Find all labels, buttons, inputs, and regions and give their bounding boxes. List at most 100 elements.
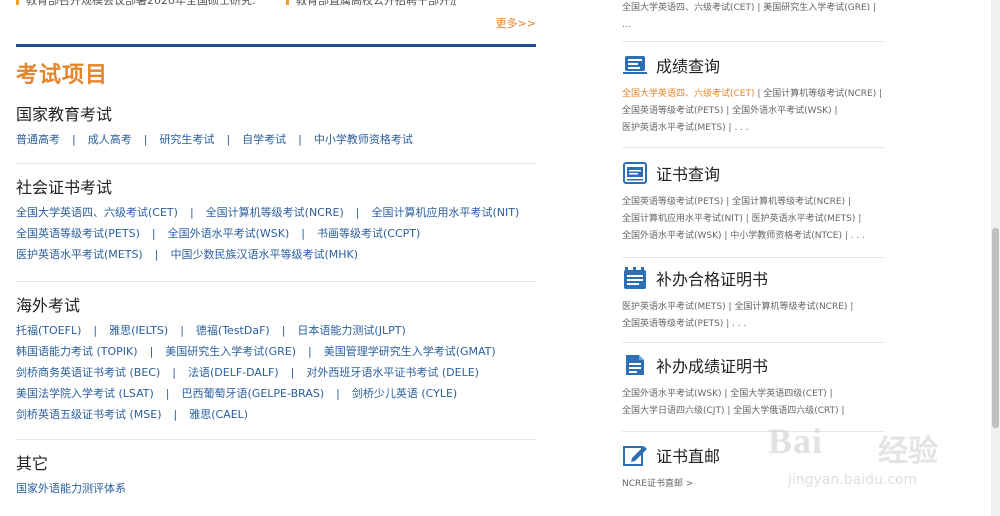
link-row: 托福(TOEFL) | 雅思(IELTS) | 德福(TestDaF) | 日本语能力测试(… [16, 320, 536, 341]
separator: | [180, 324, 184, 337]
separator: | [143, 133, 148, 146]
exam-projects-column: 教育部召开规模会议部署2020年全国硕士研究… 教育部直属高校公开招聘干部开放 … [16, 0, 536, 509]
separator: | [281, 324, 286, 337]
link-row: 普通高考 | 成人高考 | 研究生考试 | 自学考试 | 中小学教师资格考试 [16, 129, 536, 150]
news-item[interactable]: 教育部召开规模会议部署2020年全国硕士研究… [16, 0, 256, 8]
link-row: 韩国语能力考试 (TOPIK) | 美国研究生入学考试(GRE) | 美国管理学研究生入… [16, 341, 536, 362]
link-row: 美国法学院入学考试 (LSAT) | 巴西葡萄牙语(GELPE-BRAS) | 剑桥少儿… [16, 383, 536, 404]
score-query-block: 成绩查询 全国大学英语四、六级考试(CET) | 全国计算机等级考试(NCRE)… [622, 50, 884, 148]
exam-link[interactable]: 德福(TestDaF) [196, 324, 270, 337]
exam-link[interactable]: 研究生考试 [159, 133, 214, 146]
section-title: 考试项目 [16, 63, 109, 88]
baidu-watermark: Bai 经验 jingyan.baidu.com [768, 420, 948, 500]
certificate-icon [622, 161, 648, 185]
service-link-text[interactable]: 全国大学日语四六级(CJT) | 全国大学俄语四六级(CRT) | [622, 406, 845, 416]
exam-link[interactable]: 巴西葡萄牙语(GELPE-BRAS) [182, 387, 325, 400]
exam-link[interactable]: 全国外语水平考试(WSK) [168, 227, 290, 240]
separator: | [149, 345, 154, 358]
block-title[interactable]: 成绩查询 [656, 53, 720, 77]
service-link-line[interactable]: 医护英语水平考试(METS) | 全国计算机等级考试(NCRE) | [622, 299, 884, 316]
link-row: 医护英语水平考试(METS) | 中国少数民族汉语水平等级考试(MHK) [16, 244, 536, 265]
exam-link[interactable]: 医护英语水平考试(METS) [16, 248, 143, 261]
exam-link[interactable]: 雅思(IELTS) [109, 324, 168, 337]
exam-link[interactable]: 韩国语能力考试 (TOPIK) [16, 345, 138, 358]
exam-link[interactable]: 全国计算机应用水平考试(NIT) [371, 206, 519, 219]
exam-link[interactable]: 普通高考 [16, 133, 60, 146]
category-links: 国家外语能力测评体系 [16, 472, 536, 509]
service-link-text[interactable]: 全国外语水平考试(WSK) | 全国大学英语四级(CET) | [622, 389, 833, 399]
exam-link[interactable]: 剑桥少儿英语 (CYLE) [352, 387, 457, 400]
service-link-text[interactable]: 全国英语等级考试(PETS) | . . . [622, 319, 746, 329]
exam-link[interactable]: 全国计算机等级考试(NCRE) [206, 206, 344, 219]
service-link-text[interactable]: 全国外语水平考试(WSK) | 中小学教师资格考试(NTCE) | . . . [622, 231, 865, 241]
exam-link[interactable]: 雅思(CAEL) [189, 408, 248, 421]
watermark-logo-text: 经验 [878, 434, 938, 469]
exam-link[interactable]: 剑桥商务英语证书考试 (BEC) [16, 366, 160, 379]
watermark-logo: Bai [768, 421, 824, 461]
category-overseas: 海外考试 托福(TOEFL) | 雅思(IELTS) | 德福(TestDaF) | 日本语… [16, 282, 536, 440]
news-item[interactable]: 教育部直属高校公开招聘干部开放 [286, 0, 456, 8]
exam-link[interactable]: 自学考试 [242, 133, 286, 146]
exam-link[interactable]: 剑桥英语五级证书考试 (MSE) [16, 408, 162, 421]
separator: | [226, 133, 231, 146]
exam-link[interactable]: 美国管理学研究生入学考试(GMAT) [324, 345, 496, 358]
service-link-text[interactable]: 全国英语等级考试(PETS) | 全国外语水平考试(WSK) | [622, 106, 838, 116]
service-link-line[interactable]: 全国英语等级考试(PETS) | 全国计算机等级考试(NCRE) | [622, 194, 884, 211]
service-link-text[interactable]: | 全国计算机等级考试(NCRE) | [757, 89, 882, 99]
exam-link[interactable]: 中小学教师资格考试 [314, 133, 413, 146]
block-title[interactable]: 证书直邮 [656, 443, 720, 467]
service-link-line[interactable]: 全国大学日语四六级(CJT) | 全国大学俄语四六级(CRT) | [622, 403, 884, 420]
service-link-line[interactable]: 全国外语水平考试(WSK) | 全国大学英语四级(CET) | [622, 386, 884, 403]
service-link-text[interactable]: 全国英语等级考试(PETS) | 全国计算机等级考试(NCRE) | [622, 197, 851, 207]
exam-link[interactable]: 日本语能力测试(JLPT) [297, 324, 405, 337]
exam-link[interactable]: 书画等级考试(CCPT) [317, 227, 420, 240]
service-link-line[interactable]: 全国计算机应用水平考试(NIT) | 医护英语水平考试(METS) | [622, 211, 884, 228]
exam-link[interactable]: 美国法学院入学考试 (LSAT) [16, 387, 154, 400]
link-row: 剑桥商务英语证书考试 (BEC) | 法语(DELF-DALF) | 对外西班牙语水平证… [16, 362, 536, 383]
block-title[interactable]: 补办成绩证明书 [656, 353, 768, 377]
more-link[interactable]: 更多>> [496, 15, 536, 31]
block-title[interactable]: 证书查询 [656, 161, 720, 185]
separator: | [301, 227, 305, 240]
service-link-line[interactable]: 全国大学英语四、六级考试(CET) | 美国研究生入学考试(GRE) | [622, 0, 884, 17]
separator: | [154, 248, 159, 261]
link-row: 全国英语等级考试(PETS) | 全国外语水平考试(WSK) | 书画等级考试(CCPT… [16, 223, 536, 244]
service-link-line[interactable]: 全国英语等级考试(PETS) | . . . [622, 316, 884, 333]
category-links: 普通高考 | 成人高考 | 研究生考试 | 自学考试 | 中小学教师资格考试 [16, 123, 536, 160]
service-link-text[interactable]: 全国计算机应用水平考试(NIT) | 医护英语水平考试(METS) | [622, 214, 861, 224]
service-link-line[interactable]: 全国外语水平考试(WSK) | 中小学教师资格考试(NTCE) | . . . [622, 228, 884, 245]
exam-link[interactable]: 全国英语等级考试(PETS) [16, 227, 140, 240]
service-link-text[interactable]: 医护英语水平考试(METS) | . . . [622, 123, 749, 133]
exam-link[interactable]: 国家外语能力测评体系 [16, 482, 126, 495]
exam-link[interactable]: 成人高考 [88, 133, 132, 146]
exam-link[interactable]: 美国研究生入学考试(GRE) [165, 345, 296, 358]
section-divider [16, 44, 536, 47]
category-social-certificate: 社会证书考试 全国大学英语四、六级考试(CET) | 全国计算机等级考试(NCRE)… [16, 164, 536, 282]
block-links: 全国英语等级考试(PETS) | 全国计算机等级考试(NCRE) | 全国计算机应… [622, 188, 884, 245]
exam-link[interactable]: 托福(TOEFL) [16, 324, 81, 337]
scrollbar-thumb[interactable] [992, 228, 999, 428]
service-link-line[interactable]: ... [622, 17, 884, 34]
exam-link[interactable]: 中国少数民族汉语水平等级考试(MHK) [170, 248, 358, 261]
scrollbar-track[interactable] [991, 0, 1000, 516]
gre-block-tail: 全国大学英语四、六级考试(CET) | 美国研究生入学考试(GRE) | ... [622, 0, 884, 42]
service-link-line[interactable]: 全国大学英语四、六级考试(CET) | 全国计算机等级考试(NCRE) | [622, 86, 884, 103]
service-link-text[interactable]: NCRE证书直邮 > [622, 479, 693, 489]
block-title[interactable]: 补办合格证明书 [656, 266, 768, 290]
exam-link[interactable]: 法语(DELF-DALF) [188, 366, 279, 379]
separator: | [307, 345, 312, 358]
separator: | [290, 366, 295, 379]
service-link-line[interactable]: 医护英语水平考试(METS) | . . . [622, 120, 884, 137]
category-other: 其它 国家外语能力测评体系 [16, 440, 536, 509]
highlighted-link[interactable]: 全国大学英语四、六级考试(CET) [622, 89, 755, 99]
exam-link[interactable]: 对外西班牙语水平证书考试 (DELE) [306, 366, 479, 379]
service-link-text[interactable]: 医护英语水平考试(METS) | 全国计算机等级考试(NCRE) | [622, 302, 853, 312]
category-links: 全国大学英语四、六级考试(CET) | 全国计算机等级考试(NCRE) | 全国计算机应… [16, 196, 536, 275]
exam-link[interactable]: 全国大学英语四、六级考试(CET) [16, 206, 178, 219]
link-row: 国家外语能力测评体系 [16, 478, 536, 499]
block-links: 全国外语水平考试(WSK) | 全国大学英语四级(CET) | 全国大学日语四六级… [622, 380, 884, 420]
category-title: 国家教育考试 [16, 105, 113, 124]
watermark-url: jingyan.baidu.com [788, 472, 918, 488]
service-link-line[interactable]: 全国英语等级考试(PETS) | 全国外语水平考试(WSK) | [622, 103, 884, 120]
reissue-pass-certificate-block: 补办合格证明书 医护英语水平考试(METS) | 全国计算机等级考试(NCRE)… [622, 263, 884, 343]
